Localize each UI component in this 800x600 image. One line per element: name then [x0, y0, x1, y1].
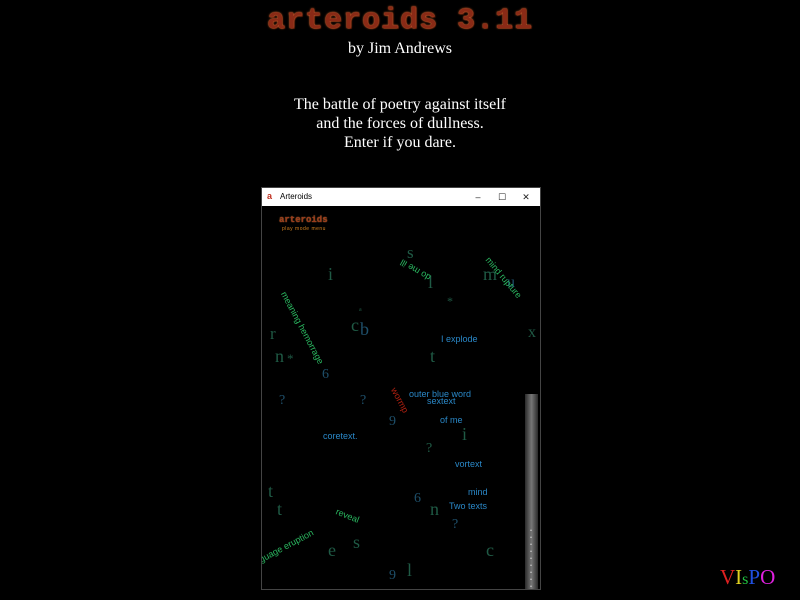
- intro-text: The battle of poetry against itself and …: [0, 95, 800, 152]
- letter-asteroid: a: [359, 307, 362, 313]
- word-asteroid: reveal: [334, 506, 361, 525]
- letter-asteroid: r: [270, 324, 276, 343]
- maximize-button[interactable]: ☐: [492, 190, 512, 204]
- byline: by Jim Andrews: [348, 40, 452, 57]
- arteroids-window: a Arteroids – ☐ ✕ arteroids play mode me…: [261, 187, 541, 590]
- game-canvas[interactable]: arteroids play mode menu i s l m u * r c…: [262, 206, 540, 589]
- play-mode-menu[interactable]: play mode menu: [282, 226, 326, 232]
- letter-asteroid: 6: [322, 367, 329, 382]
- letter-asteroid: *: [287, 351, 294, 366]
- intro-line: The battle of poetry against itself: [294, 96, 506, 113]
- vispo-letter: I: [735, 565, 743, 589]
- letter-asteroid: ?: [426, 441, 433, 456]
- intro-line: and the forces of dullness.: [316, 115, 484, 132]
- letter-asteroid: e: [328, 540, 336, 560]
- vispo-letter: P: [748, 565, 761, 589]
- letter-asteroid: i: [328, 264, 334, 284]
- arteroids-logo: arteroids 3.11: [266, 4, 534, 38]
- word-asteroid: coretext.: [323, 431, 358, 441]
- letter-asteroid: s: [407, 243, 414, 262]
- letter-asteroid: *: [447, 294, 453, 308]
- letter-asteroid: n: [275, 346, 284, 366]
- letter-asteroid: ?: [279, 393, 286, 408]
- word-asteroid: guage eruption: [261, 527, 316, 565]
- vispo-letter: V: [720, 565, 736, 589]
- letter-asteroid: x: [528, 324, 536, 341]
- vispo-logo[interactable]: VIsPO: [720, 565, 775, 590]
- word-asteroid: sextext: [427, 396, 456, 406]
- intro-line: Enter if you dare.: [344, 134, 456, 151]
- letter-asteroid: l: [407, 560, 413, 580]
- letter-asteroid: 9: [389, 414, 396, 429]
- letter-asteroid: b: [360, 319, 369, 339]
- letter-asteroid: s: [353, 532, 361, 552]
- minimize-button[interactable]: –: [468, 190, 488, 204]
- arteroids-app-icon: a: [267, 191, 273, 201]
- word-asteroid: meaning hemorrage: [279, 289, 326, 366]
- letter-asteroid: ?: [452, 517, 459, 532]
- word-asteroid: do me ill: [398, 257, 433, 283]
- letter-asteroid: i: [462, 424, 468, 444]
- letter-asteroid: ?: [360, 393, 367, 408]
- window-titlebar[interactable]: a Arteroids – ☐ ✕: [262, 188, 540, 206]
- word-asteroid: vortext: [455, 459, 483, 469]
- game-logo: arteroids: [279, 215, 328, 225]
- word-asteroid: of me: [440, 415, 463, 425]
- letter-asteroid: 6: [414, 491, 421, 506]
- letter-asteroid: n: [430, 499, 439, 519]
- word-asteroid: wormp: [389, 385, 411, 415]
- letter-asteroid: t: [277, 499, 283, 519]
- letter-asteroid: t: [268, 481, 274, 501]
- vispo-letter: O: [760, 565, 776, 589]
- scrollbar-dots: • • • • • • • • • •: [530, 528, 532, 590]
- word-asteroid: I explode: [441, 334, 478, 344]
- letter-asteroid: t: [430, 346, 436, 366]
- window-title: Arteroids: [280, 192, 313, 201]
- word-asteroid: mind: [468, 487, 488, 497]
- letter-asteroid: c: [486, 540, 494, 560]
- letter-asteroid: c: [351, 315, 359, 335]
- letter-asteroid: 9: [389, 568, 396, 583]
- word-asteroid: Two texts: [449, 501, 488, 511]
- close-button[interactable]: ✕: [516, 190, 536, 204]
